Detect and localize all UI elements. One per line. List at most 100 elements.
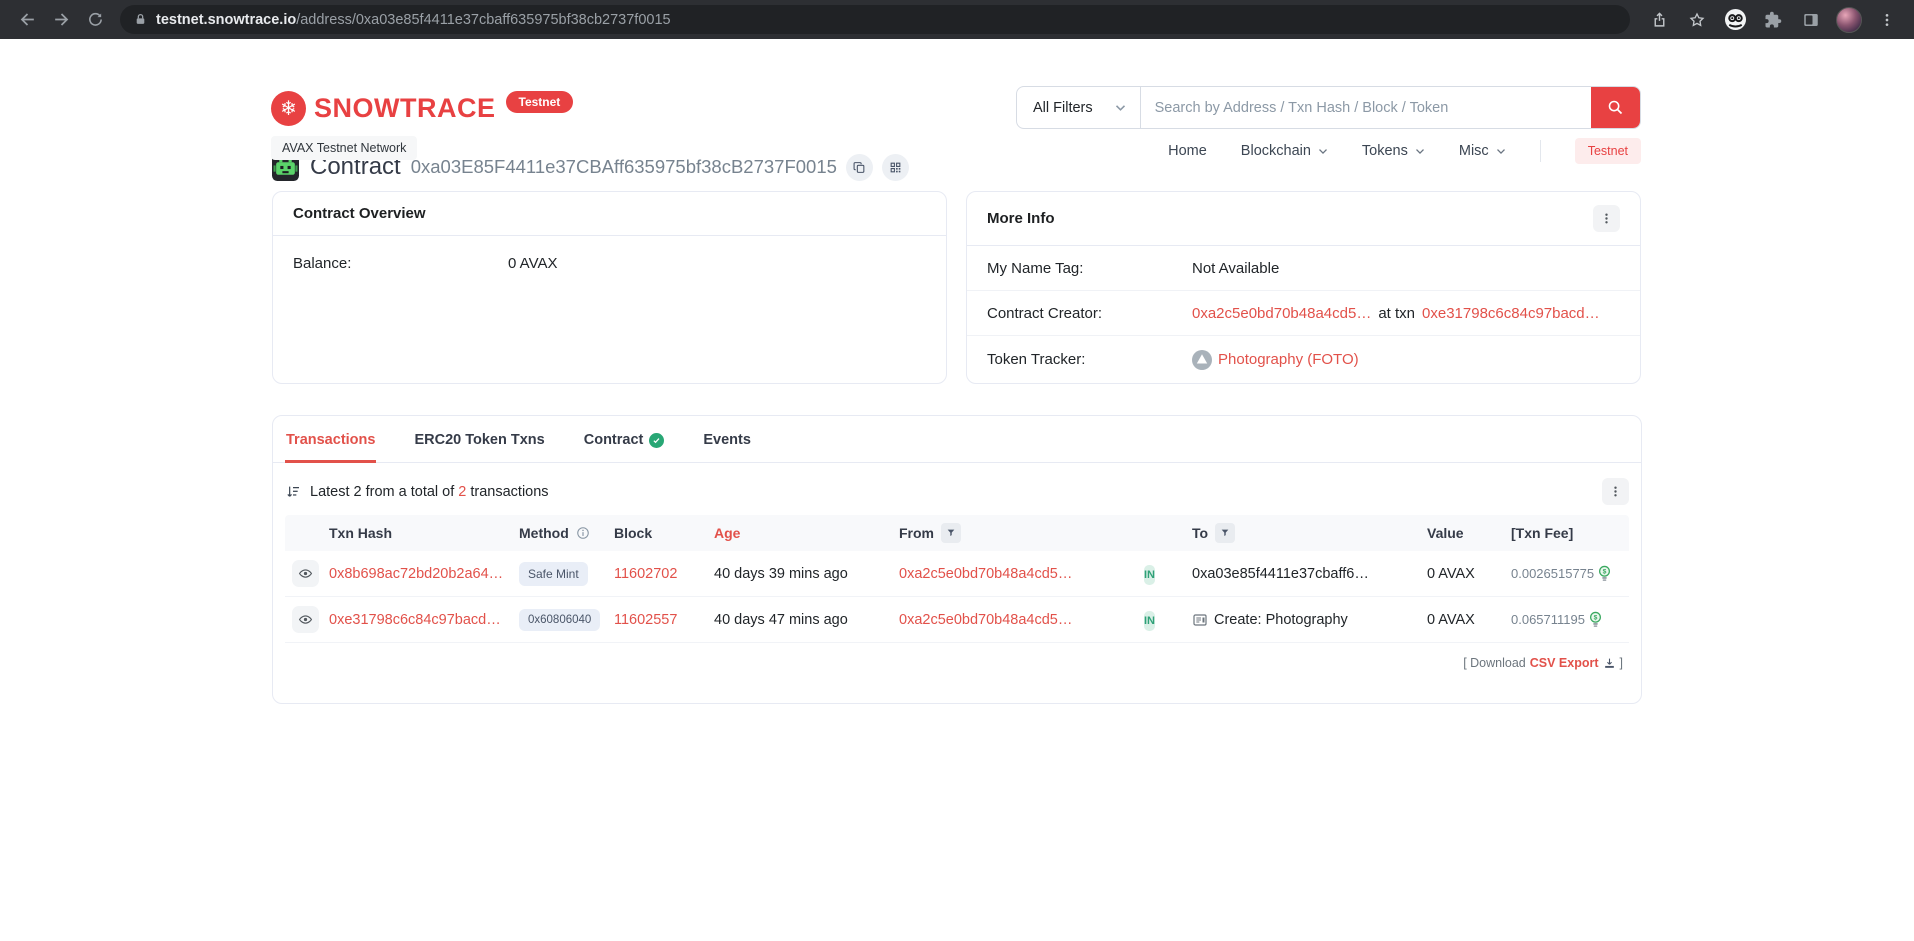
snowtrace-logo[interactable]: ❄ SNOWTRACE Testnet — [271, 91, 573, 126]
search-input[interactable] — [1141, 87, 1591, 128]
name-tag-row: My Name Tag: Not Available — [967, 246, 1640, 290]
preview-txn-button[interactable] — [292, 606, 319, 633]
name-tag-value: Not Available — [1192, 260, 1279, 277]
search-button[interactable] — [1591, 87, 1640, 128]
contract-creator-label: Contract Creator: — [987, 305, 1192, 322]
nav-testnet-button[interactable]: Testnet — [1575, 138, 1641, 164]
svg-text:$: $ — [1594, 614, 1598, 621]
direction-badge: IN — [1144, 611, 1155, 631]
nav-home[interactable]: Home — [1168, 143, 1207, 159]
chevron-down-icon — [1115, 104, 1126, 112]
nav-tokens[interactable]: Tokens — [1362, 143, 1425, 159]
more-info-card-title: More Info — [987, 210, 1055, 227]
from-filter-button[interactable] — [941, 523, 961, 543]
tab-bar: Transactions ERC20 Token Txns Contract E… — [273, 416, 1641, 463]
to-address-cell: 0xa03e85f4411e37cbaff6… — [1192, 566, 1427, 582]
tab-events[interactable]: Events — [702, 416, 752, 463]
block-link[interactable]: 11602557 — [614, 612, 677, 628]
txn-hash-link[interactable]: 0x8b698ac72bd20b2a64… — [329, 566, 503, 582]
contract-document-icon — [1192, 612, 1208, 628]
tab-contract[interactable]: Contract — [583, 416, 666, 463]
from-address-link[interactable]: 0xa2c5e0bd70b48a4cd5… — [899, 612, 1072, 628]
search-filter-dropdown[interactable]: All Filters — [1017, 87, 1141, 128]
csv-export-link[interactable]: CSV Export — [1530, 656, 1599, 670]
eye-icon — [298, 566, 313, 581]
table-row: 0x8b698ac72bd20b2a64… Safe Mint 11602702… — [285, 551, 1629, 597]
col-value: Value — [1427, 525, 1511, 541]
preview-txn-button[interactable] — [292, 560, 319, 587]
profile-avatar[interactable] — [1832, 5, 1866, 35]
funnel-icon — [1220, 528, 1230, 538]
browser-menu-button[interactable] — [1870, 5, 1904, 35]
site-header: ❄ SNOWTRACE Testnet AVAX Testnet Network… — [0, 39, 1914, 137]
balance-value: 0 AVAX — [508, 255, 557, 272]
tab-transactions[interactable]: Transactions — [285, 416, 376, 463]
col-to: To — [1192, 523, 1427, 543]
creator-address-link[interactable]: 0xa2c5e0bd70b48a4cd5… — [1192, 305, 1371, 322]
browser-reload-button[interactable] — [78, 5, 112, 35]
overview-card-title: Contract Overview — [293, 205, 426, 222]
col-from: From — [899, 523, 1144, 543]
csv-export-row: [ Download CSV Export ] — [273, 643, 1641, 688]
url-domain: testnet.snowtrace.io — [156, 12, 296, 28]
nav-misc[interactable]: Misc — [1459, 143, 1506, 159]
token-tracker-label: Token Tracker: — [987, 351, 1192, 368]
funnel-icon — [946, 528, 956, 538]
tab-erc20-token-txns[interactable]: ERC20 Token Txns — [413, 416, 545, 463]
main-nav: Home Blockchain Tokens Misc Testnet — [1168, 138, 1641, 164]
gas-fee-bulb-icon[interactable]: $ — [1598, 565, 1611, 583]
block-link[interactable]: 11602702 — [614, 566, 677, 582]
transactions-menu-button[interactable] — [1602, 478, 1629, 505]
network-badge: AVAX Testnet Network — [271, 136, 417, 160]
browser-forward-button[interactable] — [44, 5, 78, 35]
creator-txn-link[interactable]: 0xe31798c6c84c97bacd… — [1422, 305, 1600, 322]
value-cell: 0 AVAX — [1427, 566, 1511, 582]
contract-creator-row: Contract Creator: 0xa2c5e0bd70b48a4cd5…a… — [967, 290, 1640, 335]
method-badge[interactable]: 0x60806040 — [519, 609, 600, 631]
copy-address-button[interactable] — [846, 154, 873, 181]
info-icon[interactable] — [576, 526, 590, 540]
token-tracker-row: Token Tracker: Photography (FOTO) — [967, 335, 1640, 383]
txn-hash-link[interactable]: 0xe31798c6c84c97bacd… — [329, 612, 501, 628]
value-cell: 0 AVAX — [1427, 612, 1511, 628]
vertical-dots-icon — [1609, 485, 1622, 498]
vertical-dots-icon — [1600, 212, 1613, 225]
browser-back-button[interactable] — [10, 5, 44, 35]
method-badge[interactable]: Safe Mint — [519, 562, 588, 586]
share-button[interactable] — [1642, 5, 1676, 35]
owl-extension-icon[interactable] — [1718, 5, 1752, 35]
qr-code-button[interactable] — [882, 154, 909, 181]
browser-chrome: testnet.snowtrace.io/address/0xa03e85f44… — [0, 0, 1914, 39]
url-path: /address/0xa03e85f4411e37cbaff635975bf38… — [296, 12, 670, 28]
transactions-card: Transactions ERC20 Token Txns Contract E… — [272, 415, 1642, 704]
nav-divider — [1540, 140, 1541, 162]
nav-blockchain[interactable]: Blockchain — [1241, 143, 1328, 159]
from-address-link[interactable]: 0xa2c5e0bd70b48a4cd5… — [899, 566, 1072, 582]
age-cell: 40 days 47 mins ago — [714, 612, 899, 628]
bookmark-star-button[interactable] — [1680, 5, 1714, 35]
col-block: Block — [614, 525, 714, 541]
contract-overview-card: Contract Overview Balance: 0 AVAX — [272, 191, 947, 384]
eye-icon — [298, 612, 313, 627]
more-info-card: More Info My Name Tag: Not Available Con… — [966, 191, 1641, 384]
sort-icon — [285, 484, 301, 500]
search-filter-label: All Filters — [1033, 100, 1093, 116]
age-cell: 40 days 39 mins ago — [714, 566, 899, 582]
token-tracker-link[interactable]: Photography (FOTO) — [1218, 351, 1359, 368]
col-txn-fee: [Txn Fee] — [1511, 525, 1629, 541]
extensions-puzzle-icon[interactable] — [1756, 5, 1790, 35]
url-bar[interactable]: testnet.snowtrace.io/address/0xa03e85f44… — [120, 5, 1630, 34]
contract-creation-cell: Create: Photography — [1192, 612, 1427, 628]
summary-prefix: Latest 2 from a total of — [310, 484, 454, 500]
sidepanel-icon[interactable] — [1794, 5, 1828, 35]
transactions-table: Txn Hash Method Block Age From To — [285, 515, 1629, 643]
more-info-menu-button[interactable] — [1593, 205, 1620, 232]
search-icon — [1607, 99, 1624, 116]
to-filter-button[interactable] — [1215, 523, 1235, 543]
col-age-sort[interactable]: Age — [714, 525, 899, 541]
chevron-down-icon — [1496, 148, 1506, 155]
chevron-down-icon — [1318, 148, 1328, 155]
svg-text:$: $ — [1603, 568, 1607, 575]
col-txn-hash: Txn Hash — [329, 525, 519, 541]
gas-fee-bulb-icon[interactable]: $ — [1589, 611, 1602, 629]
